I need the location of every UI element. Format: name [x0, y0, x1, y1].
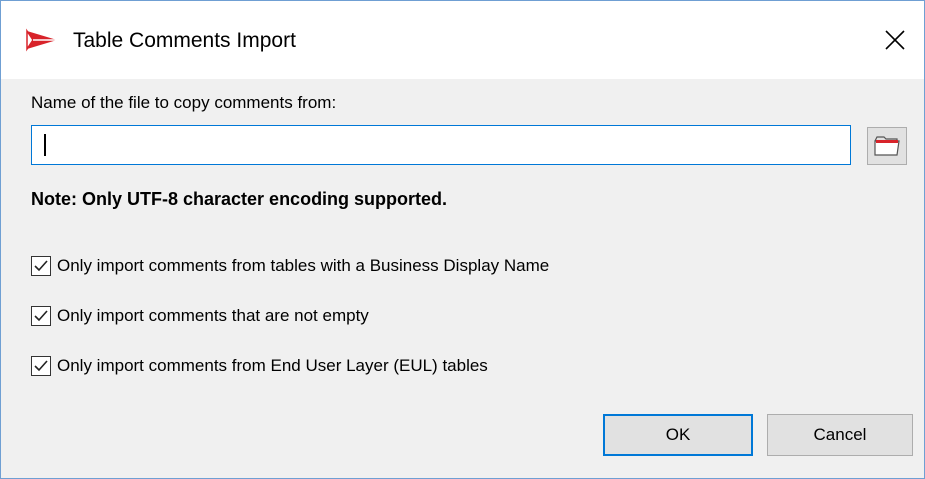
- app-logo-icon: [25, 27, 59, 53]
- checkbox[interactable]: [31, 356, 51, 376]
- window-title: Table Comments Import: [73, 29, 296, 52]
- table-comments-import-dialog: Table Comments Import Name of the file t…: [0, 0, 925, 479]
- close-icon: [885, 30, 905, 50]
- option-business-display-name[interactable]: Only import comments from tables with a …: [31, 253, 549, 279]
- option-label: Only import comments from tables with a …: [57, 256, 550, 275]
- checkmark-icon: [34, 310, 48, 322]
- file-name-label: Name of the file to copy comments from:: [31, 93, 337, 112]
- folder-icon: [874, 136, 900, 156]
- checkbox[interactable]: [31, 256, 51, 276]
- close-button[interactable]: [866, 1, 924, 79]
- cancel-button[interactable]: Cancel: [767, 414, 913, 456]
- option-not-empty[interactable]: Only import comments that are not empty: [31, 303, 369, 329]
- encoding-note: Note: Only UTF-8 character encoding supp…: [31, 189, 448, 209]
- file-name-input[interactable]: [31, 125, 851, 165]
- ok-button[interactable]: OK: [603, 414, 753, 456]
- text-caret: [44, 134, 46, 156]
- title-bar: Table Comments Import: [1, 1, 924, 79]
- option-label: Only import comments from End User Layer…: [57, 356, 488, 375]
- browse-file-button[interactable]: [867, 127, 907, 165]
- checkmark-icon: [34, 360, 48, 372]
- checkmark-icon: [34, 260, 48, 272]
- checkbox[interactable]: [31, 306, 51, 326]
- option-label: Only import comments that are not empty: [57, 306, 369, 325]
- option-eul-tables[interactable]: Only import comments from End User Layer…: [31, 353, 488, 379]
